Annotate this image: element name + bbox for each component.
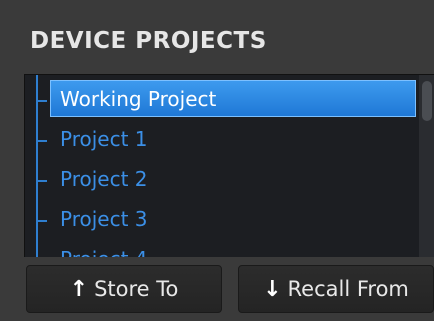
project-list-items: Working Project Project 1 Project 2 Proj… bbox=[25, 80, 419, 257]
list-item-label: Project 3 bbox=[60, 207, 148, 231]
list-item-project-3[interactable]: Project 3 bbox=[25, 200, 419, 240]
tree-branch bbox=[36, 100, 47, 102]
arrow-up-icon: ↑ bbox=[69, 276, 89, 302]
list-item-working-project[interactable]: Working Project bbox=[25, 80, 419, 120]
list-item-label: Project 1 bbox=[60, 127, 148, 151]
project-list[interactable]: Working Project Project 1 Project 2 Proj… bbox=[24, 74, 434, 257]
list-item-project-1[interactable]: Project 1 bbox=[25, 120, 419, 160]
arrow-down-icon: ↓ bbox=[263, 276, 282, 302]
list-item-label: Project 2 bbox=[60, 167, 148, 191]
recall-from-label: Recall From bbox=[287, 277, 409, 301]
list-item-label: Project 4 bbox=[60, 247, 148, 257]
tree-branch bbox=[36, 220, 47, 222]
device-projects-panel: DEVICE PROJECTS Working Project Project … bbox=[0, 0, 434, 321]
recall-from-button[interactable]: ↓ Recall From bbox=[238, 265, 434, 313]
list-item-project-2[interactable]: Project 2 bbox=[25, 160, 419, 200]
list-item-project-4[interactable]: Project 4 bbox=[25, 240, 419, 257]
list-scrollbar[interactable] bbox=[419, 75, 434, 257]
panel-title: DEVICE PROJECTS bbox=[30, 28, 267, 54]
tree-branch bbox=[36, 140, 47, 142]
scroll-thumb[interactable] bbox=[422, 81, 432, 121]
tree-branch bbox=[36, 180, 47, 182]
list-item-label: Working Project bbox=[60, 87, 217, 111]
store-to-label: Store To bbox=[94, 277, 179, 301]
store-to-button[interactable]: ↑ Store To bbox=[26, 265, 222, 313]
